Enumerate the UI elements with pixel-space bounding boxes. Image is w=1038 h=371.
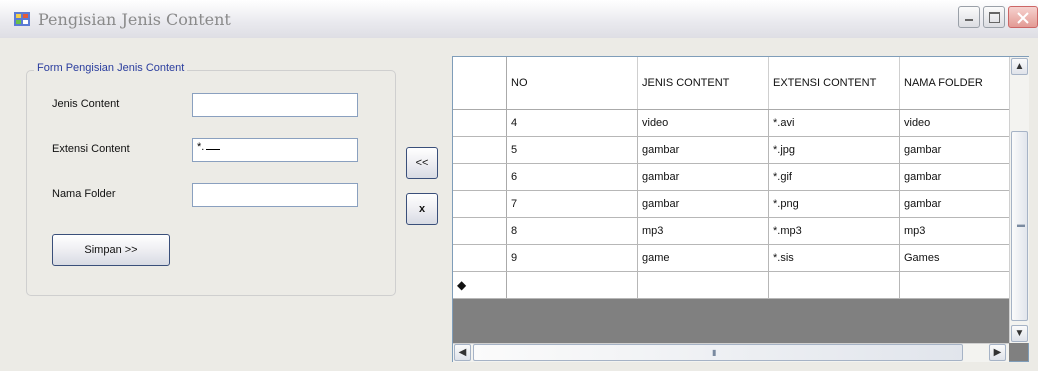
scroll-right-button[interactable]: ▶ <box>989 344 1006 361</box>
arrow-down-icon: ▼ <box>1014 328 1025 339</box>
nama-folder-input[interactable] <box>192 183 358 207</box>
row-header[interactable] <box>453 217 507 245</box>
cell-nama-folder[interactable]: mp3 <box>899 217 1011 245</box>
cell-extensi-content[interactable]: *.jpg <box>768 136 900 164</box>
cell-extensi-content[interactable]: *.png <box>768 190 900 218</box>
column-header-extensi-content[interactable]: EXTENSI CONTENT <box>768 57 900 110</box>
application-window: Pengisian Jenis Content Form Pengisian J… <box>0 0 1038 371</box>
close-button[interactable] <box>1008 6 1038 28</box>
cell-jenis-content[interactable]: video <box>637 109 769 137</box>
maximize-button[interactable] <box>983 6 1005 28</box>
arrow-right-icon: ▶ <box>993 347 1002 358</box>
arrow-up-icon: ▲ <box>1014 61 1025 72</box>
cell-no[interactable]: 7 <box>506 190 638 218</box>
cell-jenis-content[interactable]: mp3 <box>637 217 769 245</box>
new-row-marker: ◆ <box>453 271 507 299</box>
row-header[interactable] <box>453 190 507 218</box>
simpan-button[interactable]: Simpan >> <box>52 234 170 266</box>
row-header[interactable] <box>453 136 507 164</box>
cell-nama-folder[interactable]: gambar <box>899 163 1011 191</box>
table-row[interactable]: 6 gambar *.gif gambar <box>453 163 1011 191</box>
title-bar[interactable]: Pengisian Jenis Content <box>0 0 1038 38</box>
new-cell-no[interactable] <box>506 271 638 299</box>
grid-table: NO JENIS CONTENT EXTENSI CONTENT NAMA FO… <box>453 57 1011 299</box>
new-cell-extensi-content[interactable] <box>768 271 900 299</box>
table-row[interactable]: 8 mp3 *.mp3 mp3 <box>453 217 1011 245</box>
vertical-scrollbar[interactable]: ▲ ▬ ▼ <box>1009 57 1029 343</box>
cell-jenis-content[interactable]: game <box>637 244 769 272</box>
app-icon <box>14 12 30 26</box>
cell-extensi-content[interactable]: *.mp3 <box>768 217 900 245</box>
cell-jenis-content[interactable]: gambar <box>637 163 769 191</box>
table-row[interactable]: 7 gambar *.png gambar <box>453 190 1011 218</box>
table-row[interactable]: 9 game *.sis Games <box>453 244 1011 272</box>
cell-extensi-content[interactable]: *.sis <box>768 244 900 272</box>
horizontal-scroll-thumb[interactable]: ▮ <box>473 344 963 361</box>
jenis-content-label: Jenis Content <box>52 98 120 110</box>
table-row[interactable]: 4 video *.avi video <box>453 109 1011 137</box>
grip-icon: ▮ <box>712 348 717 357</box>
column-header-jenis-content[interactable]: JENIS CONTENT <box>637 57 769 110</box>
minimize-button[interactable] <box>958 6 980 28</box>
jenis-content-input[interactable] <box>192 93 358 117</box>
scroll-left-button[interactable]: ◀ <box>454 344 471 361</box>
row-header[interactable] <box>453 109 507 137</box>
cell-nama-folder[interactable]: gambar <box>899 136 1011 164</box>
cell-nama-folder[interactable]: gambar <box>899 190 1011 218</box>
cell-jenis-content[interactable]: gambar <box>637 136 769 164</box>
window-title: Pengisian Jenis Content <box>38 10 231 29</box>
form-group-title: Form Pengisian Jenis Content <box>34 62 188 74</box>
new-row[interactable]: ◆ <box>453 271 1011 299</box>
data-grid[interactable]: NO JENIS CONTENT EXTENSI CONTENT NAMA FO… <box>452 56 1029 362</box>
arrow-left-icon: ◀ <box>458 347 467 358</box>
back-button[interactable]: << <box>406 147 438 179</box>
cell-no[interactable]: 8 <box>506 217 638 245</box>
row-header[interactable] <box>453 163 507 191</box>
minimize-icon <box>965 19 973 21</box>
close-icon <box>1017 12 1029 24</box>
cell-nama-folder[interactable]: video <box>899 109 1011 137</box>
cell-jenis-content[interactable]: gambar <box>637 190 769 218</box>
column-header-nama-folder[interactable]: NAMA FOLDER <box>899 57 1011 110</box>
cell-no[interactable]: 4 <box>506 109 638 137</box>
row-header-corner <box>453 57 507 110</box>
nama-folder-label: Nama Folder <box>52 188 116 200</box>
horizontal-scrollbar[interactable]: ◀ ▮ ▶ <box>453 343 1009 362</box>
grid-header-row: NO JENIS CONTENT EXTENSI CONTENT NAMA FO… <box>453 57 1011 110</box>
cell-extensi-content[interactable]: *.avi <box>768 109 900 137</box>
cell-no[interactable]: 6 <box>506 163 638 191</box>
row-header[interactable] <box>453 244 507 272</box>
cell-no[interactable]: 9 <box>506 244 638 272</box>
maximize-icon <box>989 12 1000 23</box>
extensi-content-value: *. <box>197 141 205 153</box>
vertical-scroll-thumb[interactable]: ▬ <box>1011 131 1028 321</box>
cell-extensi-content[interactable]: *.gif <box>768 163 900 191</box>
delete-button[interactable]: x <box>406 193 438 225</box>
extensi-content-label: Extensi Content <box>52 143 130 155</box>
text-cursor <box>206 149 221 150</box>
table-row[interactable]: 5 gambar *.jpg gambar <box>453 136 1011 164</box>
new-cell-jenis-content[interactable] <box>637 271 769 299</box>
grip-icon: ▬ <box>1017 220 1025 229</box>
cell-nama-folder[interactable]: Games <box>899 244 1011 272</box>
new-cell-nama-folder[interactable] <box>899 271 1011 299</box>
cell-no[interactable]: 5 <box>506 136 638 164</box>
scroll-down-button[interactable]: ▼ <box>1011 325 1028 342</box>
extensi-content-input[interactable]: *. <box>192 138 358 162</box>
column-header-no[interactable]: NO <box>506 57 638 110</box>
scroll-up-button[interactable]: ▲ <box>1011 58 1028 75</box>
